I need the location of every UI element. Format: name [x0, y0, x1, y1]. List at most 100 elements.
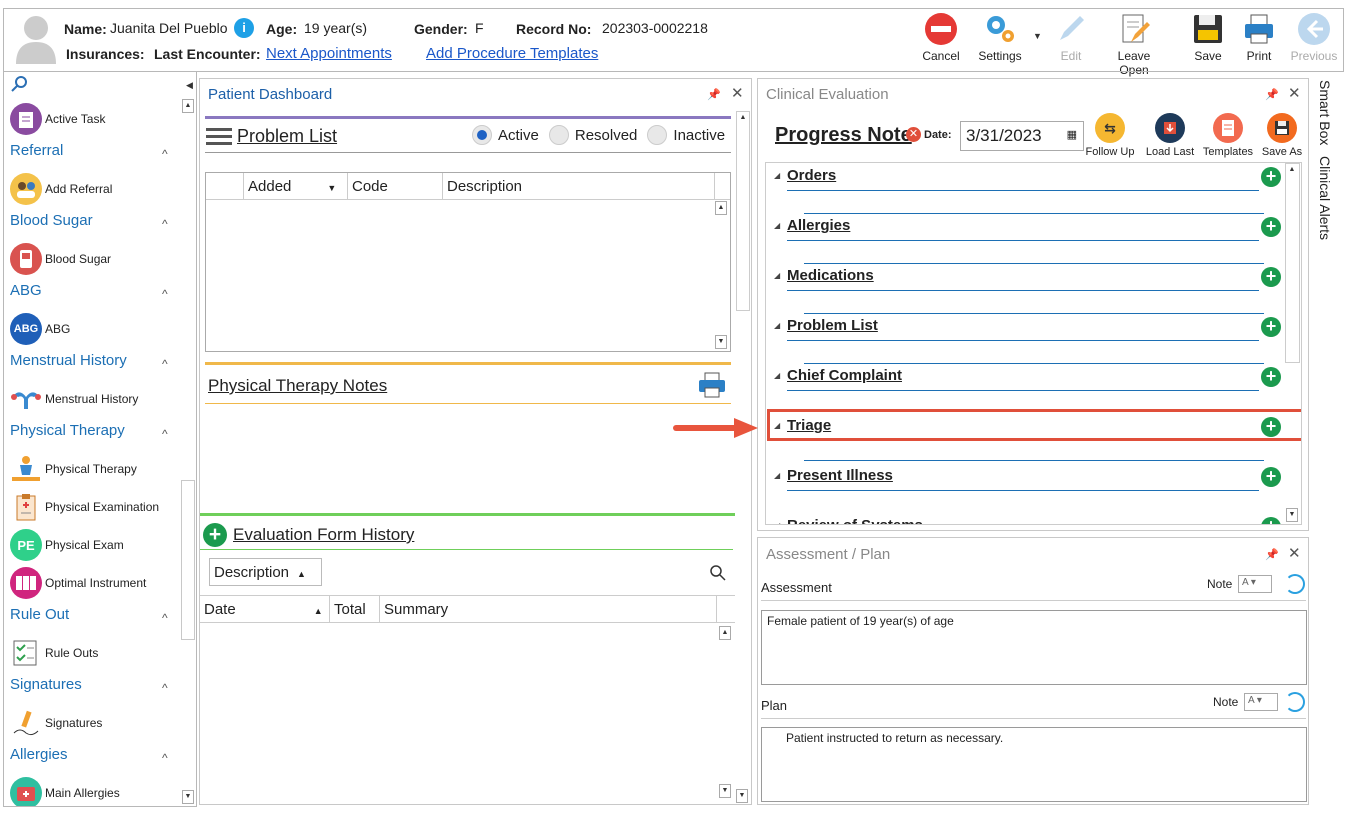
sort-up-icon[interactable]: ▲: [297, 569, 306, 579]
sidebar-item-rule-outs[interactable]: Rule Outs: [10, 637, 98, 669]
expand-triangle-icon[interactable]: ◢: [774, 321, 780, 330]
scroll-up-icon[interactable]: ▲: [715, 201, 727, 215]
section-chief-complaint[interactable]: ◢ Chief Complaint +: [774, 365, 1294, 391]
chevron-up-icon[interactable]: ^: [162, 147, 168, 161]
sidebar-item-main-allergies[interactable]: Main Allergies: [10, 777, 120, 806]
sidebar-item-menstrual-history[interactable]: Menstrual History: [10, 383, 138, 415]
add-evaluation-icon[interactable]: +: [203, 523, 227, 547]
add-icon[interactable]: +: [1261, 267, 1281, 287]
assessment-textbox[interactable]: Female patient of 19 year(s) of age: [761, 610, 1307, 685]
scroll-up-icon[interactable]: ▲: [719, 626, 731, 640]
radio-inactive[interactable]: Inactive: [647, 125, 725, 145]
close-icon[interactable]: ✕: [1288, 544, 1301, 562]
section-problem-list[interactable]: ◢ Problem List +: [774, 315, 1294, 364]
sidebar-scrollbar-thumb[interactable]: [181, 480, 195, 640]
info-icon[interactable]: i: [234, 18, 254, 38]
scroll-up-icon[interactable]: ▲: [1286, 164, 1298, 178]
follow-up-button[interactable]: ⇆ Follow Up: [1082, 113, 1138, 158]
edit-button[interactable]: Edit: [1040, 11, 1102, 63]
scroll-down-icon[interactable]: ▼: [719, 784, 731, 798]
search-icon[interactable]: [710, 565, 726, 584]
section-label[interactable]: Problem List: [787, 317, 878, 334]
section-rule-out[interactable]: Rule Out: [10, 606, 69, 623]
sidebar-item-active-task[interactable]: Active Task: [10, 103, 105, 135]
sidebar-item-physical-exam[interactable]: PE Physical Exam: [10, 529, 124, 561]
section-review-of-systems[interactable]: ◢ Review of Systems +: [774, 515, 1294, 524]
scroll-down-icon[interactable]: ▼: [1286, 508, 1298, 522]
pin-icon[interactable]: 📌: [707, 88, 721, 101]
column-total[interactable]: Total: [330, 596, 380, 622]
section-referral[interactable]: Referral: [10, 142, 63, 159]
pin-icon[interactable]: 📌: [1265, 548, 1279, 561]
sidebar-item-physical-therapy[interactable]: Physical Therapy: [10, 453, 137, 485]
hamburger-icon[interactable]: [206, 126, 232, 151]
section-signatures[interactable]: Signatures: [10, 676, 82, 693]
print-button[interactable]: Print: [1228, 11, 1290, 63]
chevron-up-icon[interactable]: ^: [162, 611, 168, 625]
sidebar-item-add-referral[interactable]: Add Referral: [10, 173, 112, 205]
section-allergies[interactable]: Allergies: [10, 746, 68, 763]
add-procedure-templates-link[interactable]: Add Procedure Templates: [426, 45, 598, 62]
add-icon[interactable]: +: [1261, 217, 1281, 237]
section-blood-sugar[interactable]: Blood Sugar: [10, 212, 93, 229]
plan-textbox[interactable]: Patient instructed to return as necessar…: [761, 727, 1307, 802]
section-orders[interactable]: ◢ Orders +: [774, 165, 1294, 214]
close-icon[interactable]: ✕: [1288, 84, 1301, 102]
radio-resolved[interactable]: Resolved: [548, 125, 637, 145]
section-physical-therapy[interactable]: Physical Therapy: [10, 422, 125, 439]
sort-dropdown-icon[interactable]: ▼: [327, 183, 336, 193]
chevron-up-icon[interactable]: ^: [162, 287, 168, 301]
cancel-button[interactable]: Cancel: [910, 11, 972, 63]
leave-open-button[interactable]: Leave Open: [1103, 11, 1165, 77]
add-icon[interactable]: +: [1261, 367, 1281, 387]
scroll-down-icon[interactable]: ▼: [182, 790, 194, 804]
section-label[interactable]: Orders: [787, 167, 836, 184]
radio-active[interactable]: Active: [472, 125, 539, 145]
pin-icon[interactable]: 📌: [1265, 88, 1279, 101]
expand-triangle-icon[interactable]: ◢: [774, 271, 780, 280]
refresh-icon[interactable]: [1285, 574, 1305, 594]
sort-up-icon[interactable]: ▲: [314, 606, 323, 616]
chevron-up-icon[interactable]: ^: [162, 751, 168, 765]
add-icon[interactable]: +: [1261, 317, 1281, 337]
sidebar-item-signatures[interactable]: Signatures: [10, 707, 102, 739]
sections-scrollbar[interactable]: ▲: [1285, 163, 1300, 363]
settings-button[interactable]: Settings: [969, 11, 1031, 63]
save-as-button[interactable]: Save As: [1254, 113, 1310, 158]
sidebar-item-physical-examination[interactable]: Physical Examination: [10, 491, 159, 523]
expand-triangle-icon[interactable]: ◢: [774, 221, 780, 230]
section-medications[interactable]: ◢ Medications +: [774, 265, 1294, 314]
search-icon[interactable]: [10, 75, 28, 96]
section-label[interactable]: Medications: [787, 267, 874, 284]
add-icon[interactable]: +: [1261, 167, 1281, 187]
section-label[interactable]: Review of Systems: [787, 517, 923, 524]
add-icon[interactable]: +: [1261, 467, 1281, 487]
column-description[interactable]: Description: [443, 173, 715, 199]
add-icon[interactable]: +: [1261, 417, 1281, 437]
column-date[interactable]: Date ▲: [200, 596, 330, 622]
section-present-illness[interactable]: ◢ Present Illness +: [774, 465, 1294, 491]
progress-note-title[interactable]: Progress Note: [775, 124, 912, 147]
description-filter[interactable]: Description ▲: [209, 558, 322, 586]
column-added[interactable]: Added ▼: [244, 173, 348, 199]
chevron-up-icon[interactable]: ^: [162, 217, 168, 231]
collapse-sidebar-icon[interactable]: ◀: [186, 80, 193, 91]
expand-triangle-icon[interactable]: ◢: [774, 421, 780, 430]
expand-triangle-icon[interactable]: ◢: [774, 171, 780, 180]
column-code[interactable]: Code: [348, 173, 443, 199]
close-icon[interactable]: ✕: [731, 84, 744, 102]
chevron-up-icon[interactable]: ^: [162, 681, 168, 695]
scroll-up-icon[interactable]: ▲: [737, 112, 749, 126]
tab-smart-box[interactable]: Smart Box: [1317, 80, 1333, 145]
section-menstrual-history[interactable]: Menstrual History: [10, 352, 127, 369]
section-triage[interactable]: ◢ Triage +: [774, 415, 1294, 461]
sidebar-item-optimal-instrument[interactable]: Optimal Instrument: [10, 567, 146, 599]
add-icon[interactable]: +: [1261, 517, 1281, 524]
templates-button[interactable]: Templates: [1200, 113, 1256, 158]
tab-clinical-alerts[interactable]: Clinical Alerts: [1317, 156, 1333, 240]
physical-therapy-notes-title[interactable]: Physical Therapy Notes: [208, 376, 387, 396]
chevron-up-icon[interactable]: ^: [162, 427, 168, 441]
next-appointments-link[interactable]: Next Appointments: [266, 45, 392, 62]
scroll-up-icon[interactable]: ▲: [182, 99, 194, 113]
remove-icon[interactable]: ✕: [906, 127, 921, 142]
